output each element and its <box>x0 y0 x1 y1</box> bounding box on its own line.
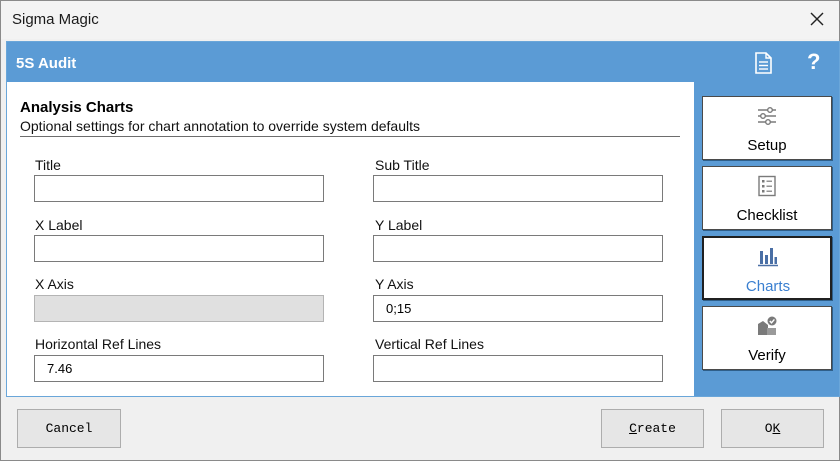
dialog-window: Sigma Magic 5S Audit ? Analysis Charts O… <box>0 0 840 461</box>
vertical-ref-lines-label: Vertical Ref Lines <box>375 336 484 352</box>
header-bar: 5S Audit ? <box>7 42 839 82</box>
content-area: Analysis Charts Optional settings for ch… <box>7 82 693 396</box>
horizontal-ref-lines-label: Horizontal Ref Lines <box>35 336 162 352</box>
sub-title-input[interactable] <box>373 175 663 202</box>
section-subtitle: Optional settings for chart annotation t… <box>20 118 420 134</box>
x-axis-label: X Axis <box>35 276 74 292</box>
bar-chart-icon <box>758 248 778 267</box>
ok-button-mnemonic: K <box>772 421 781 436</box>
section-divider <box>20 136 680 137</box>
cancel-button-label: Cancel <box>45 421 93 436</box>
create-button-mnemonic: C <box>629 421 637 436</box>
close-icon[interactable] <box>807 9 827 29</box>
sub-title-label: Sub Title <box>375 157 430 173</box>
create-button[interactable]: Create <box>601 409 704 448</box>
cancel-button[interactable]: Cancel <box>17 409 121 448</box>
y-label-label: Y Label <box>375 217 423 233</box>
nav-charts-button[interactable]: Charts <box>702 236 832 300</box>
title-bar: Sigma Magic <box>1 1 839 39</box>
title-input[interactable] <box>34 175 324 202</box>
y-label-input[interactable] <box>373 235 663 262</box>
nav-checklist-label: Checklist <box>736 207 798 224</box>
header-title: 5S Audit <box>16 55 77 72</box>
nav-setup-label: Setup <box>747 137 787 154</box>
x-axis-input <box>34 295 324 322</box>
help-icon[interactable]: ? <box>807 49 823 75</box>
nav-setup-button[interactable]: Setup <box>702 96 832 160</box>
window-title: Sigma Magic <box>12 11 99 28</box>
nav-checklist-button[interactable]: Checklist <box>702 166 832 230</box>
sliders-icon <box>758 107 776 125</box>
title-label: Title <box>35 157 61 173</box>
nav-verify-label: Verify <box>748 347 786 364</box>
nav-verify-button[interactable]: Verify <box>702 306 832 370</box>
vertical-ref-lines-input[interactable] <box>373 355 663 382</box>
nav-charts-label: Charts <box>745 278 791 295</box>
x-label-label: X Label <box>35 217 83 233</box>
horizontal-ref-lines-input[interactable] <box>34 355 324 382</box>
ok-button[interactable]: OK <box>721 409 824 448</box>
main-frame: 5S Audit ? Analysis Charts Optional sett… <box>6 41 840 397</box>
side-nav-panel: Setup Checklist Charts Verify <box>694 82 839 396</box>
verify-icon <box>758 316 777 335</box>
y-axis-input[interactable] <box>373 295 663 322</box>
section-title: Analysis Charts <box>20 99 134 116</box>
x-label-input[interactable] <box>34 235 324 262</box>
checklist-icon <box>758 175 776 197</box>
dialog-footer: Cancel Create OK <box>1 398 839 460</box>
create-button-label: reate <box>636 421 676 436</box>
document-icon[interactable] <box>753 52 773 74</box>
y-axis-label: Y Axis <box>375 276 414 292</box>
ok-button-label: O <box>764 421 773 436</box>
